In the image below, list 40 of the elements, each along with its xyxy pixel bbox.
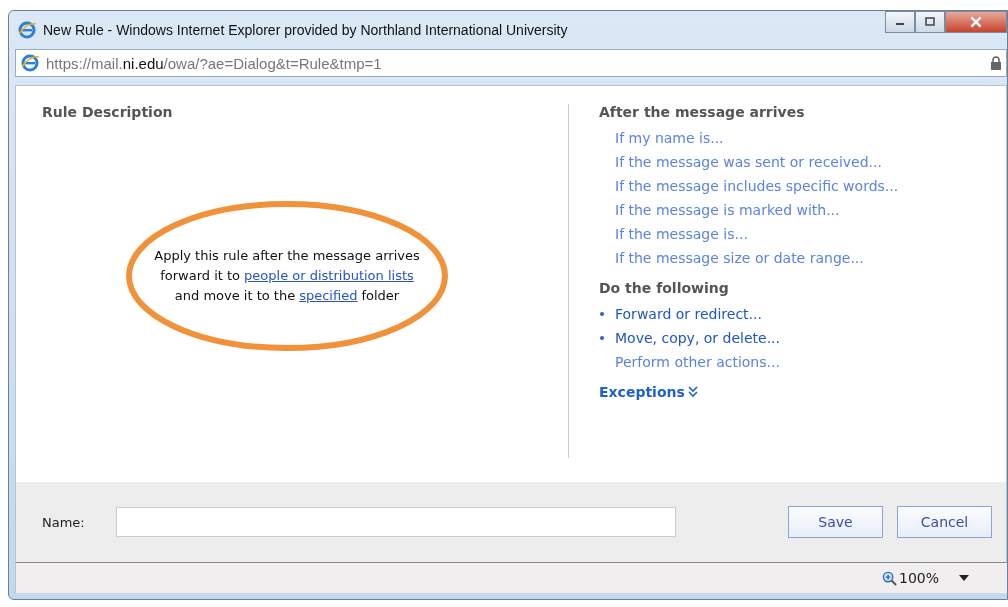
rule-text: folder — [361, 288, 400, 303]
condition-link[interactable]: If the message is marked with... — [615, 202, 840, 218]
close-button[interactable] — [945, 11, 1007, 33]
maximize-button[interactable] — [915, 11, 945, 33]
maximize-icon — [924, 17, 936, 27]
rule-link[interactable]: people or distribution lists — [244, 268, 414, 283]
lock-icon — [990, 56, 1002, 70]
action-link[interactable]: Perform other actions... — [615, 354, 780, 370]
close-icon — [969, 16, 983, 28]
bullet-icon — [600, 336, 604, 340]
condition-link[interactable]: If the message size or date range... — [615, 250, 864, 266]
dropdown-arrow-icon[interactable] — [959, 575, 969, 581]
condition-link[interactable]: If the message is... — [615, 226, 748, 242]
browser-logo-icon — [17, 20, 37, 40]
rule-text: Apply this rule after the message arrives — [154, 248, 420, 263]
cancel-button[interactable]: Cancel — [897, 506, 992, 538]
condition-link[interactable]: If the message includes specific words... — [615, 178, 899, 194]
save-button[interactable]: Save — [788, 506, 883, 538]
browser-logo-icon — [20, 53, 40, 73]
bullet-icon — [600, 312, 604, 316]
condition-link[interactable]: If the message was sent or received... — [615, 154, 882, 170]
url-text: https://mail.ni.edu/owa/?ae=Dialog&t=Rule&tmp=1 — [46, 54, 382, 72]
section-heading: Do the following — [599, 280, 730, 296]
zoom-icon[interactable] — [881, 570, 897, 586]
name-label: Name: — [42, 514, 86, 530]
rule-text: and move it to the — [174, 288, 296, 303]
window-title: New Rule - Windows Internet Explorer provided by Northland International University — [43, 22, 568, 38]
rule-text: forward it to — [160, 268, 241, 283]
rule-link[interactable]: specified — [299, 288, 358, 303]
section-heading: After the message arrives — [599, 104, 806, 120]
action-link[interactable]: Move, copy, or delete... — [615, 330, 780, 346]
minimize-button[interactable] — [885, 11, 915, 33]
name-input-field[interactable] — [116, 507, 676, 537]
action-link[interactable]: Forward or redirect... — [615, 306, 762, 322]
zoom-level[interactable]: 100% — [898, 570, 939, 586]
chevron-icon[interactable] — [687, 386, 698, 398]
exceptions-link[interactable]: Exceptions — [599, 384, 685, 400]
condition-link[interactable]: If my name is... — [615, 130, 724, 146]
address-bar[interactable]: https://mail.ni.edu/owa/?ae=Dialog&t=Rule&tmp=1 — [15, 49, 1007, 77]
section-heading: Rule Description — [42, 104, 174, 120]
